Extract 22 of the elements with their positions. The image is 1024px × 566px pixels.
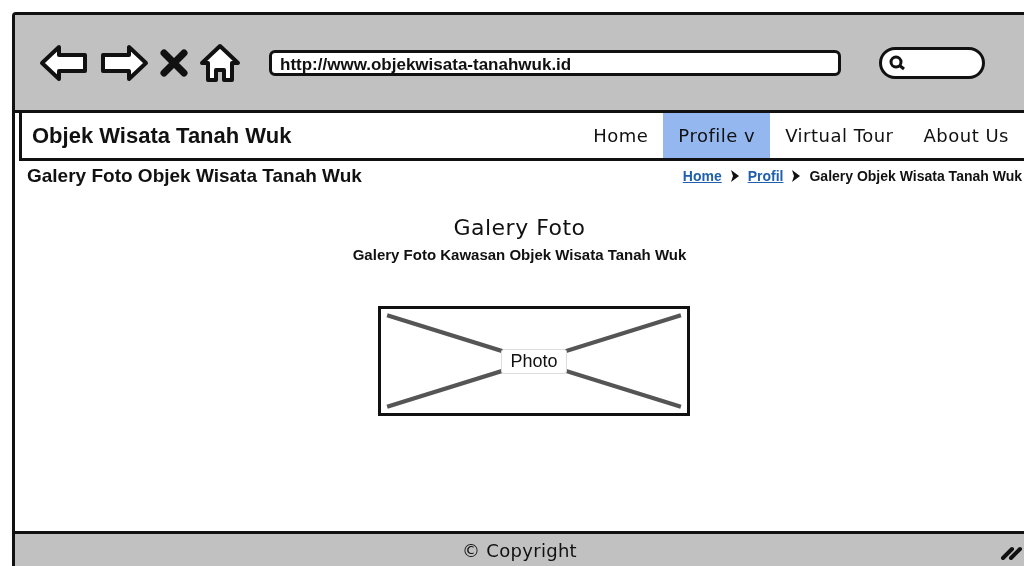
back-arrow-icon[interactable] — [39, 42, 89, 83]
nav-item[interactable]: About Us — [908, 113, 1024, 158]
page-title: Galery Foto Objek Wisata Tanah Wuk — [27, 165, 362, 187]
nav-item[interactable]: Virtual Tour — [770, 113, 909, 158]
resize-grip-icon[interactable] — [1000, 544, 1024, 560]
home-icon[interactable] — [199, 42, 241, 83]
copyright-text: © Copyright — [462, 539, 577, 561]
nav-item[interactable]: Home — [578, 113, 664, 158]
breadcrumb-current: Galery Objek Wisata Tanah Wuk — [809, 168, 1022, 184]
site-title: Objek Wisata Tanah Wuk — [31, 121, 293, 150]
chevron-icon — [729, 169, 740, 183]
breadcrumb-link[interactable]: Profil — [747, 168, 784, 184]
nav-item[interactable]: Profile v — [663, 113, 771, 158]
section-heading: Galery Foto — [452, 215, 587, 240]
forward-arrow-icon[interactable] — [99, 42, 149, 83]
chevron-icon — [791, 169, 802, 183]
search-field[interactable] — [879, 46, 985, 79]
address-bar[interactable]: http://www.objekwisata-tanahwuk.id — [269, 49, 841, 76]
section-subheading: Galery Foto Kawasan Objek Wisata Tanah Wuk — [351, 246, 688, 263]
photo-label: Photo — [501, 348, 567, 374]
breadcrumb-link[interactable]: Home — [682, 168, 722, 184]
close-icon[interactable] — [159, 47, 189, 78]
